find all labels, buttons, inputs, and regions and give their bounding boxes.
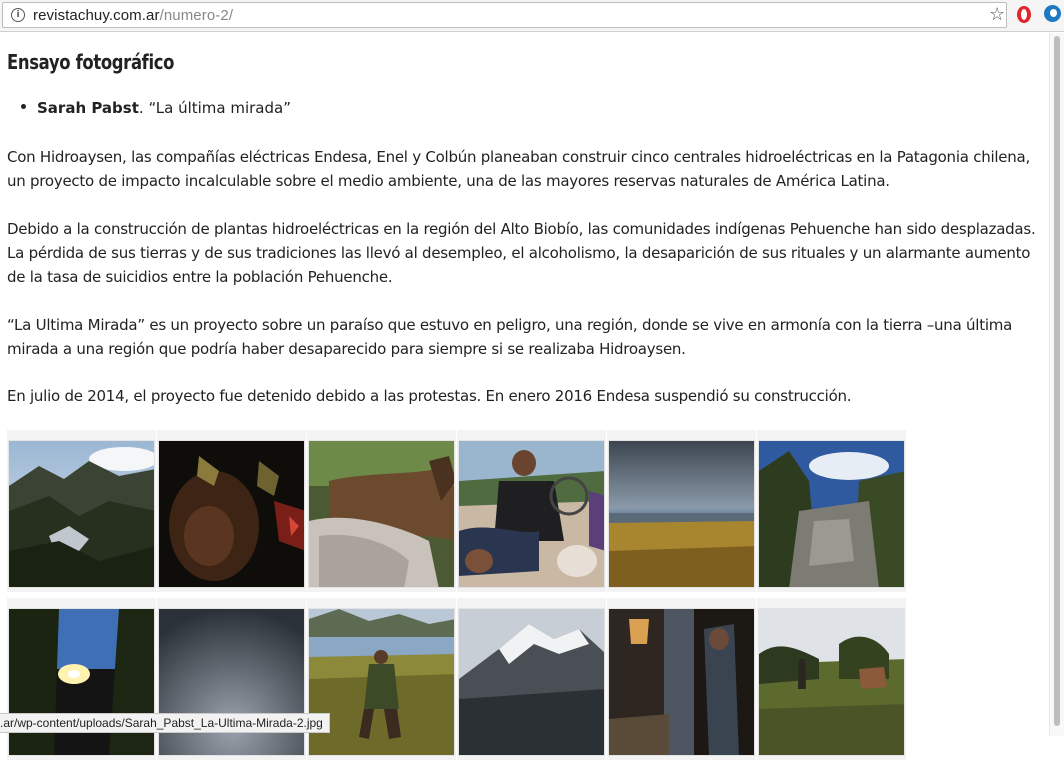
bullet-dot <box>21 104 26 109</box>
url-path: /numero-2/ <box>159 7 234 24</box>
gallery-thumbnail[interactable] <box>8 440 155 588</box>
url-domain: revistachuy.com.ar <box>33 7 160 24</box>
page-scrollbar[interactable] <box>1049 33 1064 736</box>
gallery-thumbnail[interactable] <box>608 440 755 588</box>
browser-toolbar: i revistachuy.com.ar/numero-2/ ☆ <box>0 0 1064 32</box>
gallery-thumbnail[interactable] <box>458 608 605 756</box>
gallery-thumbnail[interactable] <box>758 608 905 756</box>
gallery-thumbnail[interactable] <box>608 608 755 756</box>
address-bar[interactable]: i revistachuy.com.ar/numero-2/ ☆ <box>2 2 1007 28</box>
gallery-row <box>7 430 906 592</box>
gallery-thumbnail[interactable] <box>8 608 155 756</box>
paragraph: Debido a la construcción de plantas hidr… <box>7 220 1036 286</box>
gallery-row <box>7 598 906 760</box>
scrollbar-thumb[interactable] <box>1054 36 1060 726</box>
info-icon[interactable]: i <box>11 8 25 22</box>
list-item: Sarah Pabst. “La última mirada” <box>21 99 291 117</box>
gallery-thumbnail[interactable] <box>158 440 305 588</box>
gallery-thumbnail[interactable] <box>308 608 455 756</box>
gallery-thumbnail[interactable] <box>458 440 605 588</box>
opera-extension-icon[interactable] <box>1017 6 1031 23</box>
bookmark-star-icon[interactable]: ☆ <box>989 4 1005 26</box>
paragraph: En julio de 2014, el proyecto fue deteni… <box>7 387 852 405</box>
browser-extension-icon[interactable] <box>1044 5 1061 22</box>
essay-title: . “La última mirada” <box>138 99 291 117</box>
gallery-thumbnail[interactable] <box>158 608 305 756</box>
section-heading: Ensayo fotográfico <box>7 50 175 74</box>
gallery-thumbnail[interactable] <box>758 440 905 588</box>
status-bar-url: .ar/wp-content/uploads/Sarah_Pabst_La-Ul… <box>0 713 330 733</box>
author-name: Sarah Pabst <box>37 99 139 117</box>
paragraph: Con Hidroaysen, las compañías eléctricas… <box>7 148 1030 190</box>
gallery-thumbnail[interactable] <box>308 440 455 588</box>
paragraph: “La Ultima Mirada” es un proyecto sobre … <box>7 316 1013 358</box>
url-text[interactable]: revistachuy.com.ar/numero-2/ <box>33 7 233 24</box>
